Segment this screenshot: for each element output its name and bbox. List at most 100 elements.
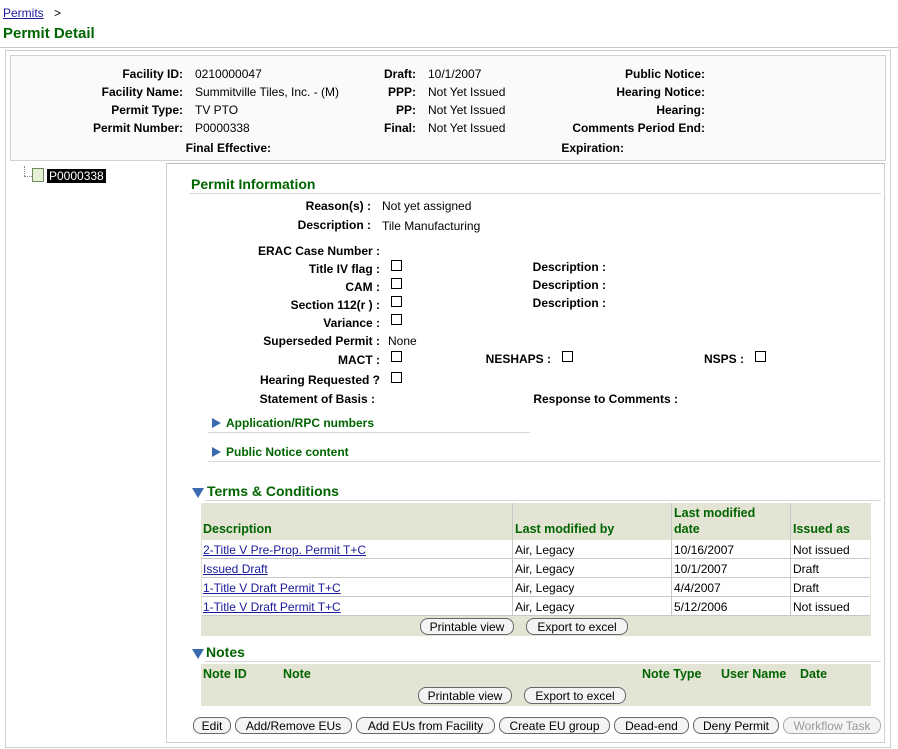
- permit-number-value: P0000338: [195, 121, 250, 135]
- notes-heading[interactable]: Notes: [206, 644, 245, 660]
- public-notice-label: Public Notice:: [624, 67, 705, 81]
- terms-row-issued-as: Not issued: [793, 543, 850, 557]
- terms-printable-view-button[interactable]: Printable view: [420, 618, 514, 635]
- section-112r-label: Section 112(r ) :: [290, 298, 380, 312]
- final-effective-label: Final Effective:: [185, 141, 271, 155]
- terms-row-description-link[interactable]: 1-Title V Draft Permit T+C: [203, 600, 341, 614]
- terms-row-issued-as: Draft: [793, 562, 820, 576]
- column-divider: [512, 503, 513, 616]
- section-divider: [205, 661, 881, 662]
- terms-export-excel-button[interactable]: Export to excel: [526, 618, 628, 635]
- column-divider: [671, 503, 672, 616]
- terms-row-modified-by: Air, Legacy: [515, 600, 575, 614]
- add-eus-from-facility-button[interactable]: Add EUs from Facility: [356, 717, 495, 734]
- expand-triangle-icon[interactable]: [212, 447, 221, 457]
- ppp-value: Not Yet Issued: [428, 85, 506, 99]
- notes-export-excel-button[interactable]: Export to excel: [524, 687, 626, 704]
- variance-checkbox[interactable]: [391, 314, 402, 325]
- row-divider: [202, 558, 870, 559]
- cam-label: CAM :: [345, 280, 380, 294]
- section-divider: [205, 500, 881, 501]
- section-divider: [208, 432, 530, 433]
- header-divider: [0, 47, 898, 48]
- dead-end-button[interactable]: Dead-end: [614, 717, 689, 734]
- page-title: Permit Detail: [3, 25, 95, 42]
- description-label: Description :: [297, 218, 371, 232]
- final-value: Not Yet Issued: [428, 121, 506, 135]
- breadcrumb-separator: >: [54, 6, 62, 20]
- notes-printable-view-button[interactable]: Printable view: [418, 687, 512, 704]
- ppp-label: PPP:: [387, 85, 416, 99]
- title-iv-flag-checkbox[interactable]: [391, 260, 402, 271]
- expand-triangle-icon[interactable]: [212, 418, 221, 428]
- row-divider: [202, 577, 870, 578]
- column-header-last-modified[interactable]: Last modified: [674, 506, 755, 520]
- hearing-notice-label: Hearing Notice:: [616, 85, 705, 99]
- tree-connector: [24, 166, 25, 176]
- facility-id-value: 0210000047: [195, 67, 262, 81]
- pp-label: PP:: [395, 103, 416, 117]
- section-divider: [208, 461, 881, 462]
- column-header-date[interactable]: date: [674, 522, 700, 536]
- section-112r-checkbox[interactable]: [391, 296, 402, 307]
- pp-value: Not Yet Issued: [428, 103, 506, 117]
- superseded-permit-label: Superseded Permit :: [263, 334, 380, 348]
- collapse-triangle-icon[interactable]: [192, 649, 204, 659]
- tree-node-permit[interactable]: P0000338: [47, 169, 106, 183]
- terms-row-modified-by: Air, Legacy: [515, 581, 575, 595]
- application-rpc-numbers-toggle[interactable]: Application/RPC numbers: [226, 416, 374, 430]
- add-remove-eus-button[interactable]: Add/Remove EUs: [235, 717, 352, 734]
- terms-row-description-link[interactable]: Issued Draft: [203, 562, 268, 576]
- column-header-date[interactable]: Date: [800, 667, 827, 681]
- hearing-requested-label: Hearing Requested ?: [259, 373, 380, 387]
- column-header-user-name[interactable]: User Name: [721, 667, 786, 681]
- cam-description-label: Description :: [532, 278, 606, 292]
- section-112r-description-label: Description :: [532, 296, 606, 310]
- description-value: Tile Manufacturing: [382, 219, 481, 233]
- expiration-label: Expiration:: [561, 141, 624, 155]
- deny-permit-button[interactable]: Deny Permit: [693, 717, 779, 734]
- terms-row-issued-as: Not issued: [793, 600, 850, 614]
- edit-button[interactable]: Edit: [193, 717, 231, 734]
- erac-case-number-label: ERAC Case Number :: [257, 244, 380, 258]
- row-divider: [202, 596, 870, 597]
- terms-conditions-heading[interactable]: Terms & Conditions: [207, 483, 339, 499]
- superseded-permit-value: None: [388, 334, 417, 348]
- row-divider: [202, 615, 870, 616]
- permit-type-label: Permit Type:: [111, 103, 183, 117]
- terms-row-modified-by: Air, Legacy: [515, 543, 575, 557]
- neshaps-checkbox[interactable]: [562, 351, 573, 362]
- nsps-label: NSPS :: [703, 352, 744, 366]
- cam-checkbox[interactable]: [391, 278, 402, 289]
- column-divider: [790, 503, 791, 616]
- draft-value: 10/1/2007: [428, 67, 482, 81]
- column-header-note-id[interactable]: Note ID: [203, 667, 247, 681]
- column-header-last-modified-by[interactable]: Last modified by: [515, 522, 614, 536]
- mact-checkbox[interactable]: [391, 351, 402, 362]
- neshaps-label: NESHAPS :: [485, 352, 551, 366]
- column-header-note-type[interactable]: Note Type: [642, 667, 702, 681]
- column-header-description[interactable]: Description: [203, 522, 272, 536]
- nsps-checkbox[interactable]: [755, 351, 766, 362]
- terms-row-description-link[interactable]: 1-Title V Draft Permit T+C: [203, 581, 341, 595]
- hearing-label: Hearing:: [656, 103, 705, 117]
- breadcrumb-permits-link[interactable]: Permits: [3, 6, 44, 20]
- title-iv-flag-label: Title IV flag :: [308, 262, 380, 276]
- terms-row-modified-by: Air, Legacy: [515, 562, 575, 576]
- terms-row-modified-date: 10/16/2007: [674, 543, 735, 557]
- permit-number-label: Permit Number:: [92, 121, 183, 135]
- facility-name-value: Summitville Tiles, Inc. - (M): [195, 85, 340, 99]
- facility-name-label: Facility Name:: [101, 85, 183, 99]
- public-notice-content-toggle[interactable]: Public Notice content: [226, 445, 349, 459]
- comments-period-end-label: Comments Period End:: [572, 121, 705, 135]
- terms-row-description-link[interactable]: 2-Title V Pre-Prop. Permit T+C: [203, 543, 366, 557]
- column-header-issued-as[interactable]: Issued as: [793, 522, 850, 536]
- collapse-triangle-icon[interactable]: [192, 488, 204, 498]
- mact-label: MACT :: [338, 353, 380, 367]
- create-eu-group-button[interactable]: Create EU group: [499, 717, 610, 734]
- tree-connector-branch: [24, 176, 32, 177]
- workflow-task-button[interactable]: Workflow Task: [783, 717, 881, 734]
- hearing-requested-checkbox[interactable]: [391, 372, 402, 383]
- final-label: Final:: [384, 121, 416, 135]
- column-header-note[interactable]: Note: [283, 667, 311, 681]
